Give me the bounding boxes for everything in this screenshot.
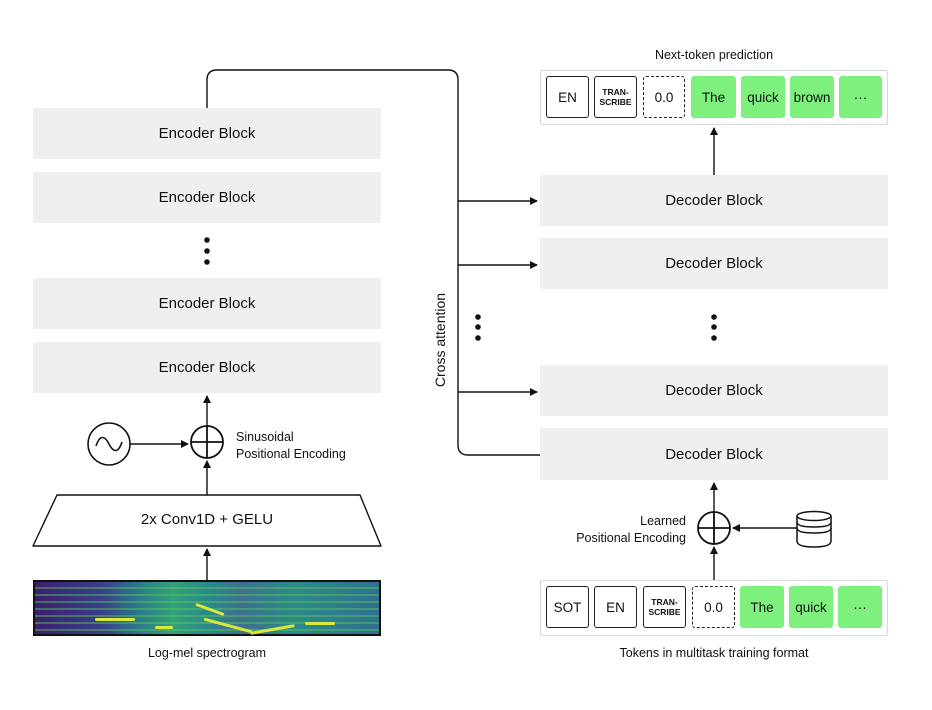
decoder-block: Decoder Block	[540, 365, 888, 416]
input-tokens-title: Tokens in multitask training format	[619, 646, 809, 660]
token: The	[740, 586, 784, 628]
sine-wave-icon	[87, 422, 131, 466]
token: The	[691, 76, 736, 118]
spectrogram-label: Log-mel spectrogram	[147, 646, 267, 660]
cross-attention-label: Cross attention	[432, 292, 448, 388]
input-token-tray: SOT EN TRAN- SCRIBE 0.0 The quick ···	[540, 580, 888, 636]
sinusoidal-label-2: Positional Encoding	[236, 447, 346, 461]
encoder-block: Encoder Block	[33, 278, 381, 329]
token: TRAN- SCRIBE	[643, 586, 686, 628]
whisper-architecture-diagram: Encoder Block Encoder Block Encoder Bloc…	[0, 0, 932, 710]
decoder-block: Decoder Block	[540, 238, 888, 289]
learned-label: Learned	[640, 514, 686, 528]
plus-circle-icon	[697, 511, 731, 545]
token: SOT	[546, 586, 589, 628]
token: quick	[741, 76, 785, 118]
token: quick	[789, 586, 833, 628]
output-token-tray: EN TRAN- SCRIBE 0.0 The quick brown ···	[540, 70, 888, 125]
decoder-block: Decoder Block	[540, 175, 888, 226]
token: brown	[790, 76, 834, 118]
encoder-block: Encoder Block	[33, 172, 381, 223]
next-token-title: Next-token prediction	[654, 48, 774, 62]
token: TRAN- SCRIBE	[594, 76, 637, 118]
sinusoidal-label: Sinusoidal	[236, 430, 294, 444]
plus-circle-icon	[190, 425, 224, 459]
token: 0.0	[692, 586, 735, 628]
learned-label-2: Positional Encoding	[576, 531, 686, 545]
encoder-block: Encoder Block	[33, 108, 381, 159]
token: 0.0	[643, 76, 685, 118]
token: EN	[546, 76, 589, 118]
database-icon	[796, 510, 832, 548]
conv-label: 2x Conv1D + GELU	[140, 511, 274, 528]
log-mel-spectrogram	[33, 580, 381, 636]
token: ···	[839, 76, 882, 118]
encoder-block: Encoder Block	[33, 342, 381, 393]
token: EN	[594, 586, 637, 628]
token: ···	[838, 586, 882, 628]
decoder-block: Decoder Block	[540, 428, 888, 480]
